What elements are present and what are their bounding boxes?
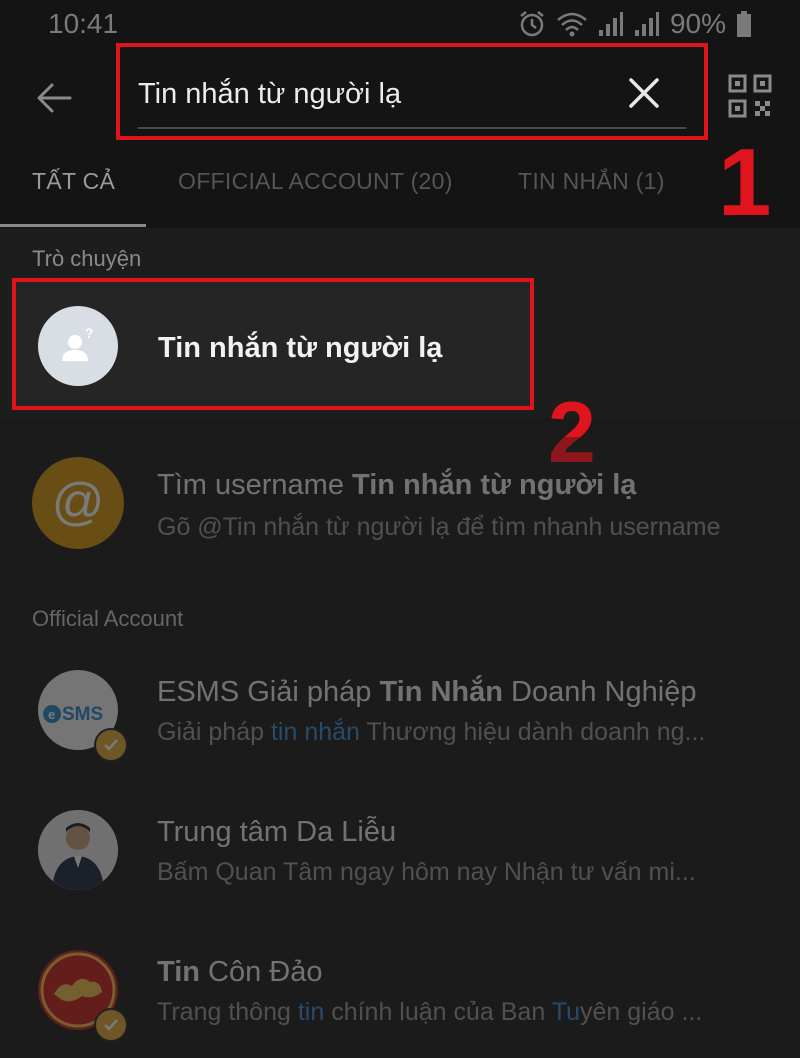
svg-text:@: @ [52,473,105,531]
tab-indicator [0,224,146,227]
status-time: 10:41 [48,8,119,39]
official-account-title: Tin Côn Đảo [157,956,323,988]
tab-official-account[interactable]: OFFICIAL ACCOUNT (20) [178,168,453,195]
status-icons: 90% [518,8,752,40]
search-box-highlight [116,43,708,140]
battery-percent: 90% [669,8,726,39]
username-avatar: @ [32,457,124,549]
verified-badge-icon [94,1008,128,1042]
official-account-subtitle: Trang thông tin chính luận của Ban Tuyên… [157,998,703,1026]
username-title-prefix: Tìm username [157,469,352,501]
search-underline [138,127,686,129]
alarm-icon [520,11,544,37]
wifi-icon [557,12,587,37]
chat-result-stranger-messages[interactable]: ? Tin nhắn từ người lạ [12,278,534,410]
official-account-subtitle: Bấm Quan Tâm ngay hôm nay Nhận tư vấn mi… [157,858,696,886]
battery-icon [737,11,751,37]
username-search-subtitle: Gõ @Tin nhắn từ người lạ để tìm nhanh us… [157,513,721,541]
search-header [0,43,800,146]
official-account-label: Official Account [32,606,184,631]
official-account-section: Official Account e SMS ESMS Giải pháp Ti… [0,588,800,1057]
official-account-item[interactable]: Tin Côn Đảo Trang thông tin chính luận c… [0,938,800,1058]
username-title-query: Tin nhắn từ người lạ [352,469,637,501]
official-account-item[interactable]: e SMS ESMS Giải pháp Tin Nhắn Doanh Nghi… [0,658,800,778]
person-photo-icon [38,810,118,890]
chat-section: Trò chuyện ? Tin nhắn từ người lạ [0,228,800,418]
step-1-annotation: 1 [718,129,772,236]
official-account-subtitle: Giải pháp tin nhắn Thương hiệu dành doan… [157,718,706,746]
signal-icon-2 [634,12,659,36]
signal-icon [598,12,623,36]
tab-bar: TẤT CẢ OFFICIAL ACCOUNT (20) TIN NHẮN (1… [0,146,800,229]
svg-text:?: ? [85,325,94,341]
chat-section-label: Trò chuyện [32,246,142,271]
username-search-title: Tìm username Tin nhắn từ người lạ [157,469,636,502]
close-icon[interactable] [626,75,662,111]
unknown-user-icon: ? [62,325,94,361]
username-search-row[interactable]: @ Tìm username Tin nhắn từ người lạ Gõ @… [0,437,800,569]
verified-badge-icon [94,728,128,762]
search-input[interactable] [138,73,588,115]
stranger-avatar: ? [38,306,118,386]
at-sign-icon: @ [52,473,105,531]
back-arrow-icon[interactable] [30,74,78,122]
dermatology-avatar [38,810,118,890]
svg-text:SMS: SMS [62,704,103,725]
svg-text:e: e [48,707,55,722]
official-account-title: Trung tâm Da Liễu [157,816,397,848]
qr-code-icon[interactable] [728,74,772,118]
official-account-title: ESMS Giải pháp Tin Nhắn Doanh Nghiệp [157,676,697,708]
tab-all[interactable]: TẤT CẢ [32,168,115,195]
chat-result-name: Tin nhắn từ người lạ [158,332,443,364]
status-bar: 10:41 90% [0,0,800,46]
tab-messages[interactable]: TIN NHẮN (1) [518,168,665,195]
official-account-item[interactable]: Trung tâm Da Liễu Bấm Quan Tâm ngay hôm … [0,798,800,918]
